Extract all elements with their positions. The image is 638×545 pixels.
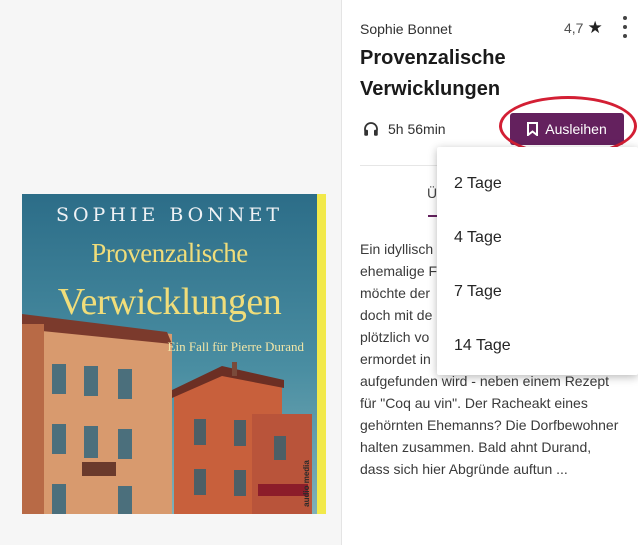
- cover-author: SOPHIE BONNET: [55, 204, 284, 226]
- menu-item-4-days[interactable]: 4 Tage: [437, 211, 638, 265]
- borrow-button[interactable]: Ausleihen: [510, 113, 624, 145]
- bookmark-icon: [527, 122, 539, 136]
- cover-title-line2: Verwicklungen: [57, 281, 282, 323]
- book-title-line2: Verwicklungen: [360, 78, 501, 100]
- author-name[interactable]: Sophie Bonnet: [360, 21, 452, 37]
- cover-subtitle: Ein Fall für Pierre Durand: [167, 339, 304, 354]
- description-line: dass sich hier Abgründe auftun ...: [360, 461, 568, 477]
- description-line: gehörnten Ehemanns? Die Dorfbewohner: [360, 417, 619, 433]
- star-icon: ★: [587, 18, 603, 37]
- menu-item-14-days[interactable]: 14 Tage: [437, 319, 638, 373]
- book-title: Provenzalische Verwicklungen: [360, 43, 560, 105]
- more-options-icon[interactable]: [620, 16, 630, 38]
- headphones-icon: [364, 122, 378, 136]
- book-title-line1: Provenzalische: [360, 47, 506, 69]
- cover-imprint: audio media: [302, 460, 312, 507]
- rating-value: 4,7: [564, 20, 584, 36]
- duration: 5h 56min: [362, 120, 446, 138]
- cover-pane: SOPHIE BONNET Provenzalische Verwicklung…: [0, 0, 341, 545]
- menu-item-2-days[interactable]: 2 Tage: [437, 157, 638, 211]
- rating: 4,7 ★: [564, 18, 603, 38]
- borrow-duration-menu: 2 Tage 4 Tage 7 Tage 14 Tage: [437, 147, 638, 375]
- menu-item-7-days[interactable]: 7 Tage: [437, 265, 638, 319]
- tab-overview[interactable]: Ü: [427, 185, 437, 201]
- duration-value: 5h 56min: [388, 121, 446, 137]
- cover-title-line1: Provenzalische: [91, 238, 248, 268]
- book-cover: SOPHIE BONNET Provenzalische Verwicklung…: [22, 194, 326, 514]
- description-line: für "Coq au vin". Der Racheakt eines: [360, 395, 588, 411]
- borrow-button-label: Ausleihen: [545, 121, 607, 137]
- description-line: halten zusammen. Bald ahnt Durand,: [360, 439, 592, 455]
- cover-edge-strip: [317, 194, 326, 514]
